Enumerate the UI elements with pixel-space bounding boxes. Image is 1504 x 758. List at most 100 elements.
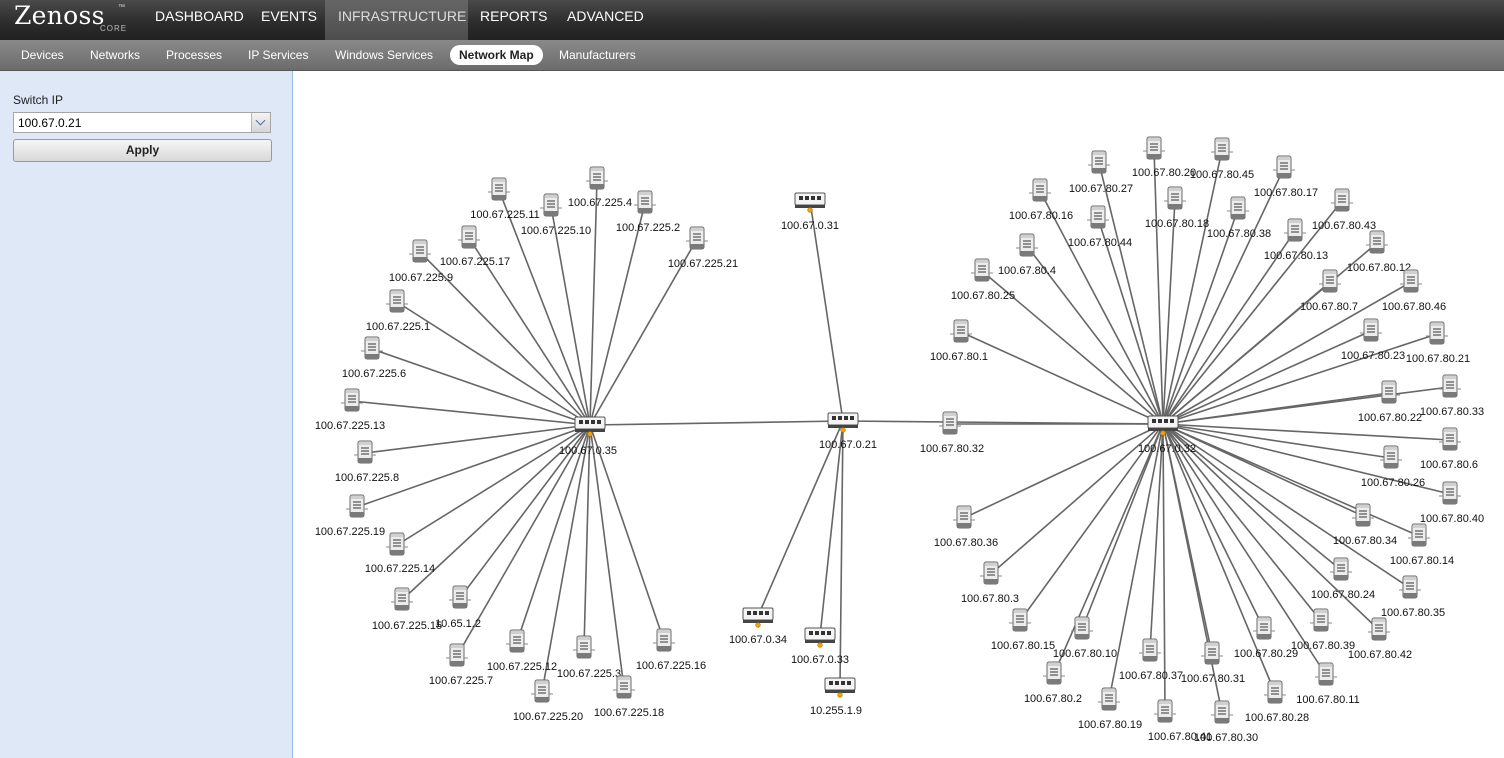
device-node[interactable]: 100.67.80.17: [1254, 155, 1318, 199]
node-label: 100.67.80.37: [1119, 670, 1183, 682]
server-icon: [1315, 662, 1337, 686]
server-icon: [1009, 608, 1031, 632]
device-node[interactable]: 100.67.80.32: [920, 411, 984, 455]
device-node[interactable]: 100.67.225.3: [557, 635, 621, 680]
nav-dashboard[interactable]: DASHBOARD: [142, 0, 257, 40]
device-node[interactable]: 100.67.80.34: [1333, 503, 1397, 547]
device-node[interactable]: 100.67.80.38: [1207, 196, 1271, 240]
node-label: 100.67.80.7: [1300, 301, 1358, 313]
switch-ip-combobox[interactable]: [13, 112, 271, 133]
nav-infrastructure[interactable]: INFRASTRUCTURE: [325, 0, 468, 40]
subnav-networks[interactable]: Networks: [81, 45, 149, 65]
device-node[interactable]: 100.67.80.19: [1078, 687, 1142, 731]
network-switch-node[interactable]: 100.67.0.21: [819, 412, 877, 451]
device-node[interactable]: 100.67.80.44: [1068, 205, 1132, 249]
network-switch-node[interactable]: 100.67.0.34: [729, 607, 787, 646]
device-node[interactable]: 100.67.80.2: [1024, 661, 1082, 705]
network-switch-node[interactable]: 10.255.1.9: [810, 677, 862, 717]
device-node[interactable]: 100.67.80.22: [1358, 380, 1422, 424]
network-link: [1098, 162, 1164, 425]
device-node[interactable]: 100.67.225.17: [440, 225, 510, 268]
device-node[interactable]: 100.67.80.10: [1053, 616, 1117, 660]
network-map[interactable]: 100.67.0.21 100.67.0.35 100.67.0.32 100.67.…: [293, 71, 1504, 758]
device-node[interactable]: 10.65.1.2: [435, 585, 481, 630]
nav-events[interactable]: EVENTS: [248, 0, 330, 40]
device-node[interactable]: 100.67.80.42: [1348, 617, 1412, 661]
subnav-ip-services[interactable]: IP Services: [239, 45, 317, 65]
device-node[interactable]: 100.67.80.12: [1347, 230, 1411, 274]
device-node[interactable]: 100.67.80.33: [1420, 374, 1484, 418]
server-icon: [1029, 178, 1051, 202]
device-node[interactable]: 100.67.80.16: [1009, 178, 1073, 222]
nav-advanced[interactable]: ADVANCED: [554, 0, 657, 40]
device-node[interactable]: 100.67.80.14: [1390, 523, 1454, 567]
device-node[interactable]: 100.67.225.12: [487, 629, 557, 673]
device-node[interactable]: 100.67.80.45: [1190, 137, 1254, 181]
device-node[interactable]: 100.67.225.15: [372, 587, 442, 632]
device-node[interactable]: 100.67.225.16: [636, 628, 706, 672]
device-node[interactable]: 100.67.80.35: [1381, 575, 1445, 619]
device-node[interactable]: 100.67.225.14: [365, 532, 435, 575]
device-node[interactable]: 100.67.80.4: [998, 233, 1056, 277]
device-node[interactable]: 100.67.80.3: [961, 561, 1019, 605]
zenoss-logo[interactable]: Zenoss ™ CORE: [14, 1, 126, 38]
device-node[interactable]: 100.67.80.26: [1361, 445, 1425, 489]
device-node[interactable]: 100.67.80.6: [1420, 427, 1478, 471]
server-icon: [1439, 481, 1461, 505]
node-label: 100.67.225.7: [429, 675, 493, 687]
node-label: 100.67.80.44: [1068, 237, 1132, 249]
device-node[interactable]: 100.67.225.20: [513, 679, 583, 723]
node-label: 100.67.80.20: [1132, 167, 1196, 179]
subnav-windows-services[interactable]: Windows Services: [326, 45, 442, 65]
server-icon: [361, 336, 383, 360]
device-node[interactable]: 100.67.80.15: [991, 608, 1055, 652]
subnav-devices[interactable]: Devices: [12, 45, 73, 65]
node-label: 100.67.225.13: [315, 420, 385, 432]
server-icon: [341, 388, 363, 412]
node-label: 100.67.225.16: [636, 660, 706, 672]
server-icon: [1043, 661, 1065, 685]
subnav-processes[interactable]: Processes: [157, 45, 231, 65]
switch-ip-dropdown-button[interactable]: [251, 113, 270, 132]
device-node[interactable]: 100.67.225.13: [315, 388, 385, 432]
device-node[interactable]: 100.67.80.29: [1234, 616, 1298, 660]
network-link: [1162, 423, 1411, 589]
device-node[interactable]: 100.67.80.36: [934, 505, 998, 549]
device-node[interactable]: 100.67.225.4: [568, 166, 632, 209]
device-node[interactable]: 100.67.80.37: [1119, 638, 1183, 682]
network-link: [364, 424, 591, 454]
node-label: 100.67.80.32: [920, 443, 984, 455]
server-icon: [1408, 523, 1430, 547]
device-node[interactable]: 100.67.80.46: [1382, 269, 1446, 313]
device-node[interactable]: 100.67.80.1: [930, 319, 988, 363]
server-icon: [953, 505, 975, 529]
apply-button[interactable]: Apply: [13, 139, 272, 162]
device-node[interactable]: 100.67.80.20: [1132, 136, 1196, 179]
node-label: 100.67.80.16: [1009, 210, 1073, 222]
device-node[interactable]: 100.67.225.18: [594, 675, 664, 719]
device-node[interactable]: 100.67.225.8: [335, 440, 399, 484]
network-link: [589, 420, 844, 426]
node-label: 100.67.225.1: [366, 321, 430, 333]
device-node[interactable]: 100.67.80.21: [1406, 321, 1470, 365]
subnav-network-map[interactable]: Network Map: [450, 45, 543, 65]
network-switch-node[interactable]: 100.67.0.31: [781, 192, 839, 232]
subnav-manufacturers[interactable]: Manufacturers: [550, 45, 645, 65]
device-node[interactable]: 100.67.80.11: [1296, 662, 1360, 706]
node-label: 100.67.0.35: [559, 445, 617, 457]
device-node[interactable]: 100.67.225.6: [342, 336, 406, 380]
device-node[interactable]: 100.67.225.7: [429, 643, 493, 687]
nav-reports[interactable]: REPORTS: [467, 0, 560, 40]
device-node[interactable]: 100.67.80.24: [1311, 557, 1375, 601]
server-icon: [458, 225, 480, 249]
device-node[interactable]: 100.67.80.43: [1312, 188, 1376, 232]
device-node[interactable]: 100.67.80.7: [1300, 269, 1358, 313]
node-label: 100.67.80.34: [1333, 535, 1397, 547]
switch-ip-input[interactable]: [14, 113, 252, 132]
device-node[interactable]: 100.67.80.27: [1069, 150, 1133, 195]
device-node[interactable]: 100.67.225.11: [470, 177, 540, 221]
device-node[interactable]: 100.67.80.39: [1291, 608, 1355, 652]
device-node[interactable]: 100.67.80.18: [1145, 186, 1209, 230]
node-label: 100.67.225.9: [389, 272, 453, 284]
device-node[interactable]: 100.67.225.1: [366, 289, 430, 333]
